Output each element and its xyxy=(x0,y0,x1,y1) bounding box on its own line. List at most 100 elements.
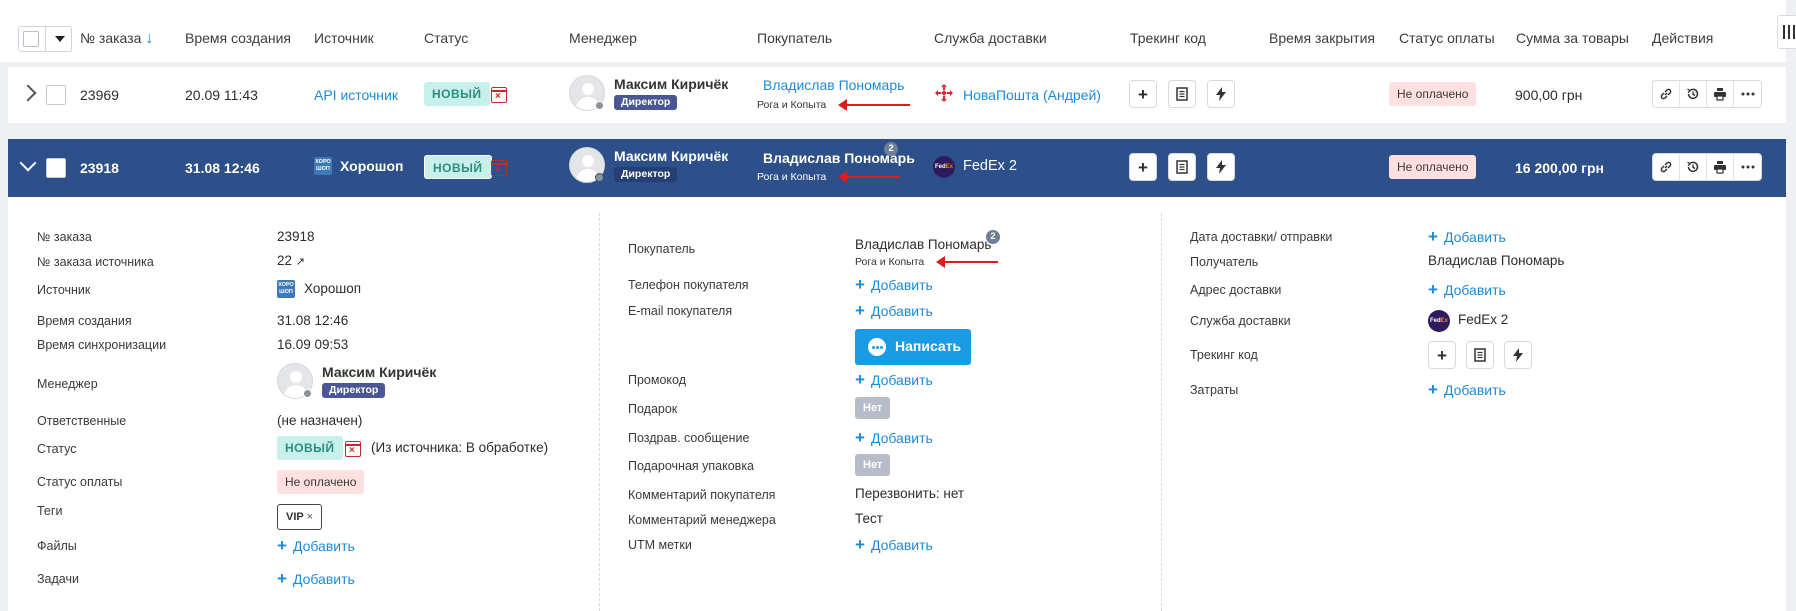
source-order-link[interactable]: 22 ↗ xyxy=(277,253,305,268)
history-icon[interactable] xyxy=(1680,154,1707,180)
recipient-link[interactable]: Владислав Пономарь xyxy=(1428,253,1564,268)
add-task-button[interactable]: + Добавить xyxy=(277,569,355,589)
annotation-arrow-icon xyxy=(838,99,910,111)
status-label: Статус xyxy=(37,442,77,456)
delivery-link[interactable]: НоваПошта (Андрей) xyxy=(963,87,1101,103)
more-icon[interactable] xyxy=(1734,81,1761,107)
order-number[interactable]: 23918 xyxy=(80,160,119,176)
tracking-quick-button[interactable] xyxy=(1207,153,1235,181)
add-greeting-button[interactable]: + Добавить xyxy=(855,428,933,448)
link-icon[interactable] xyxy=(1653,154,1680,180)
manager-name: Максим Киричёк xyxy=(614,76,729,92)
chevron-right-icon[interactable] xyxy=(19,84,37,102)
close-icon[interactable]: × xyxy=(307,511,313,523)
delivery-name[interactable]: FedEx 2 xyxy=(963,158,1017,174)
columns-settings-button[interactable] xyxy=(1777,15,1796,49)
link-icon[interactable] xyxy=(1653,81,1680,107)
manager-name: Максим Киричёк xyxy=(614,148,729,164)
status-badge[interactable]: НОВЫЙ xyxy=(277,436,343,460)
print-icon[interactable] xyxy=(1707,81,1734,107)
add-file-button[interactable]: + Добавить xyxy=(277,536,355,556)
annotation-arrow-icon xyxy=(936,256,998,268)
source-value: Хорошоп xyxy=(304,281,362,296)
lightning-icon xyxy=(1216,160,1226,174)
calendar-cancel-icon[interactable]: × xyxy=(491,87,507,103)
chevron-down-icon[interactable] xyxy=(55,36,65,42)
tracking-document-button[interactable] xyxy=(1168,153,1196,181)
buyer-link[interactable]: Владислав Пономарь xyxy=(763,77,904,93)
source-link[interactable]: API источник xyxy=(314,87,398,103)
created-label: Время создания xyxy=(37,314,132,328)
order-number[interactable]: 23969 xyxy=(80,87,119,103)
column-header-actions: Действия xyxy=(1652,30,1714,46)
tracking-document-button[interactable] xyxy=(1168,80,1196,108)
buyer-link[interactable]: Владислав Пономарь xyxy=(855,237,991,252)
payment-status-badge[interactable]: Не оплачено xyxy=(1389,155,1477,179)
add-delivery-date-button[interactable]: + Добавить xyxy=(1428,227,1506,247)
column-header-status[interactable]: Статус xyxy=(424,30,468,46)
source-name[interactable]: Хорошоп xyxy=(340,158,404,174)
select-all-checkbox[interactable] xyxy=(23,31,39,47)
add-phone-button[interactable]: + Добавить xyxy=(855,275,933,295)
row-checkbox[interactable] xyxy=(46,85,66,105)
print-icon[interactable] xyxy=(1707,154,1734,180)
responsible-link[interactable]: (не назначен) xyxy=(277,413,362,428)
novaposhta-icon xyxy=(935,84,953,102)
service-link[interactable]: FedEx 2 xyxy=(1458,312,1508,327)
column-header-created[interactable]: Время создания xyxy=(185,30,291,46)
tracking-quick-button[interactable] xyxy=(1504,341,1532,369)
buyer-company: Рога и Копыта xyxy=(855,256,925,268)
tracking-document-button[interactable] xyxy=(1466,341,1494,369)
add-utm-button[interactable]: + Добавить xyxy=(855,535,933,555)
gift-value-badge[interactable]: Нет xyxy=(855,397,891,419)
column-header-delivery[interactable]: Служба доставки xyxy=(934,30,1047,46)
add-tracking-button[interactable]: + xyxy=(1129,80,1157,108)
status-badge[interactable]: НОВЫЙ xyxy=(424,155,492,179)
chevron-down-icon[interactable] xyxy=(19,154,37,172)
gift-wrap-value-badge[interactable]: Нет xyxy=(855,454,891,476)
column-header-closed[interactable]: Время закрытия xyxy=(1269,30,1375,46)
add-costs-button[interactable]: + Добавить xyxy=(1428,380,1506,400)
calendar-cancel-icon[interactable]: × xyxy=(491,160,507,176)
column-header-manager[interactable]: Менеджер xyxy=(569,30,637,46)
column-header-order-number[interactable]: № заказа ↓ xyxy=(80,30,153,48)
tasks-label: Задачи xyxy=(37,572,79,586)
table-row[interactable]: 23969 20.09 11:43 API источник НОВЫЙ × М… xyxy=(8,67,1786,123)
manager-label: Менеджер xyxy=(37,377,98,391)
column-header-tracking[interactable]: Трекинг код xyxy=(1130,30,1206,46)
buyer-comment-value[interactable]: Перезвонить: нет xyxy=(855,486,964,501)
add-promo-button[interactable]: + Добавить xyxy=(855,370,933,390)
fedex-logo-icon: FedEx xyxy=(933,156,955,178)
manager-comment-value[interactable]: Тест xyxy=(855,511,883,526)
select-all-dropdown[interactable] xyxy=(18,26,72,52)
status-badge[interactable]: НОВЫЙ xyxy=(424,82,490,106)
more-icon[interactable] xyxy=(1734,154,1761,180)
column-header-buyer[interactable]: Покупатель xyxy=(757,30,832,46)
column-header-source[interactable]: Источник xyxy=(314,30,374,46)
document-icon xyxy=(1176,87,1188,101)
delivery-date-label: Дата доставки/ отправки xyxy=(1190,230,1333,244)
write-message-button[interactable]: Написать xyxy=(855,329,971,365)
add-tracking-button[interactable]: + xyxy=(1129,153,1157,181)
tag-chip[interactable]: VIP × xyxy=(277,504,323,530)
source-label: Источник xyxy=(37,283,91,297)
payment-status-badge[interactable]: Не оплачено xyxy=(1389,82,1477,106)
add-tracking-button[interactable]: + xyxy=(1428,341,1456,369)
tracking-quick-button[interactable] xyxy=(1207,80,1235,108)
responsible-label: Ответственные xyxy=(37,414,127,428)
table-row-selected[interactable]: 23918 31.08 12:46 ХОРО ШОП Хорошоп НОВЫЙ … xyxy=(8,139,1786,197)
payment-status-badge[interactable]: Не оплачено xyxy=(277,470,365,494)
arrow-down-icon[interactable]: ↓ xyxy=(145,30,153,47)
add-email-button[interactable]: + Добавить xyxy=(855,301,933,321)
created-time: 31.08 12:46 xyxy=(185,160,260,176)
greeting-label: Поздрав. сообщение xyxy=(628,431,750,445)
column-header-payment[interactable]: Статус оплаты xyxy=(1399,30,1495,46)
lightning-icon xyxy=(1216,87,1226,101)
row-checkbox[interactable] xyxy=(46,158,66,178)
history-icon[interactable] xyxy=(1680,81,1707,107)
add-address-button[interactable]: + Добавить xyxy=(1428,280,1506,300)
column-header-sum[interactable]: Сумма за товары xyxy=(1516,30,1629,46)
address-label: Адрес доставки xyxy=(1190,283,1282,297)
calendar-cancel-icon[interactable]: × xyxy=(345,441,361,457)
plus-icon: + xyxy=(1138,157,1148,177)
